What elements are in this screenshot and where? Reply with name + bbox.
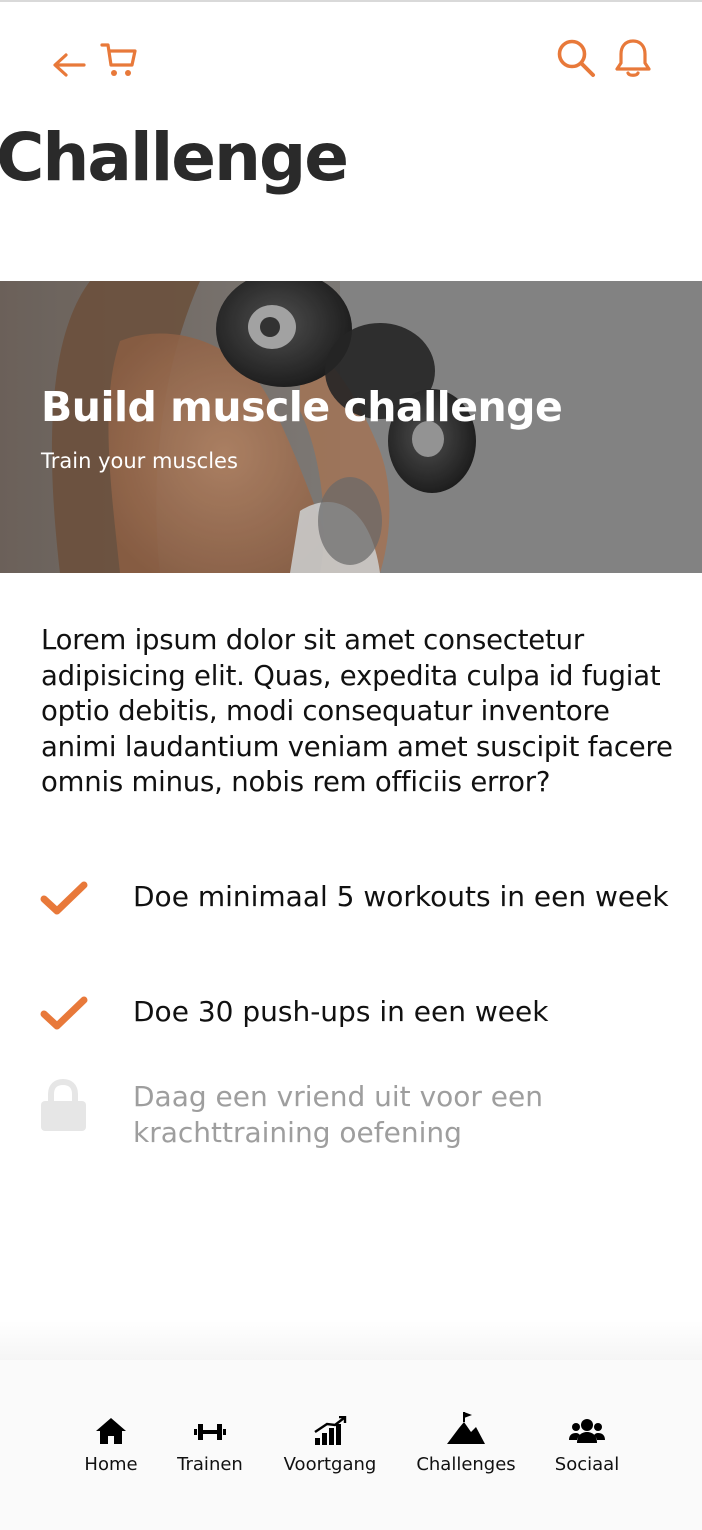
search-icon[interactable] bbox=[556, 38, 596, 78]
nav-label: Trainen bbox=[177, 1454, 243, 1475]
nav-item-trainen[interactable]: Trainen bbox=[172, 1416, 248, 1475]
nav-item-sociaal[interactable]: Sociaal bbox=[550, 1416, 624, 1475]
nav-label: Sociaal bbox=[554, 1454, 620, 1475]
mountain-flag-icon bbox=[447, 1412, 485, 1444]
lock-icon bbox=[40, 1078, 88, 1137]
bell-icon[interactable] bbox=[614, 38, 652, 78]
requirement-text: Daag een vriend uit voor een krachttrain… bbox=[133, 1080, 544, 1149]
challenge-description: Lorem ipsum dolor sit amet consectetur a… bbox=[41, 624, 673, 798]
top-divider bbox=[0, 0, 702, 2]
back-arrow-icon[interactable] bbox=[52, 52, 86, 78]
page-title: Challenge bbox=[0, 119, 349, 196]
top-bar bbox=[0, 30, 702, 90]
hero-title: Build muscle challenge bbox=[41, 383, 563, 431]
check-icon bbox=[40, 881, 88, 921]
nav-item-home[interactable]: Home bbox=[80, 1416, 142, 1475]
nav-label: Challenges bbox=[416, 1454, 516, 1475]
nav-label: Home bbox=[84, 1454, 138, 1475]
nav-label: Voortgang bbox=[283, 1454, 377, 1475]
dumbbell-icon bbox=[194, 1424, 226, 1440]
hero-subtitle: Train your muscles bbox=[41, 449, 238, 473]
home-icon bbox=[96, 1418, 126, 1444]
nav-item-challenges[interactable]: Challenges bbox=[412, 1412, 520, 1475]
bottom-nav: Home Trainen Voortgang Challenges Sociaa… bbox=[0, 1360, 702, 1530]
users-icon bbox=[569, 1419, 605, 1443]
check-icon bbox=[40, 996, 88, 1036]
progress-chart-icon bbox=[314, 1416, 347, 1445]
requirement-text: Doe 30 push-ups in een week bbox=[133, 995, 549, 1028]
nav-item-voortgang[interactable]: Voortgang bbox=[280, 1416, 380, 1475]
cart-icon[interactable] bbox=[100, 42, 138, 78]
bottom-nav-shadow bbox=[0, 1320, 702, 1360]
requirement-text: Doe minimaal 5 workouts in een week bbox=[133, 880, 669, 913]
